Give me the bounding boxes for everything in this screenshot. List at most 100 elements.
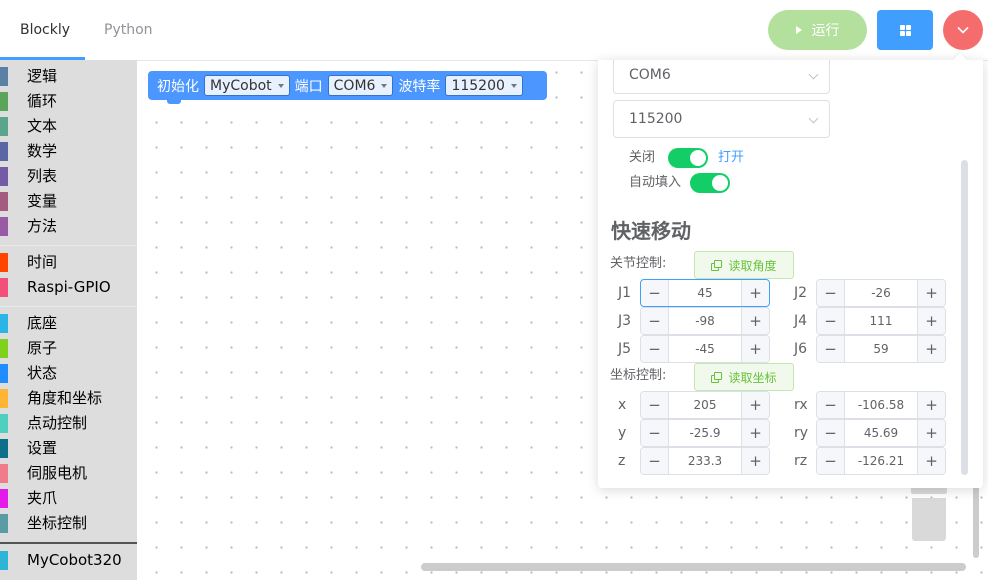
category-color-swatch bbox=[0, 364, 8, 383]
block-connector bbox=[167, 99, 181, 104]
stepper-input[interactable]: 111 bbox=[845, 308, 917, 334]
category-color-swatch bbox=[0, 92, 8, 111]
tab-python[interactable]: Python bbox=[104, 20, 153, 40]
copy-icon bbox=[711, 372, 723, 383]
toolbox-category[interactable]: Raspi-GPIO bbox=[0, 275, 137, 300]
stepper-input[interactable]: -45 bbox=[669, 336, 741, 362]
toolbox-category[interactable]: 角度和坐标 bbox=[0, 386, 137, 411]
increment-button[interactable]: + bbox=[917, 308, 945, 334]
stepper-input[interactable]: 205 bbox=[669, 392, 741, 418]
value-stepper[interactable]: − -45 + bbox=[640, 335, 770, 363]
value-stepper[interactable]: −59 + bbox=[816, 335, 946, 363]
grid-icon bbox=[899, 24, 911, 36]
value-stepper[interactable]: −45 + bbox=[640, 279, 770, 307]
increment-button[interactable]: + bbox=[741, 280, 769, 306]
axis-label: y bbox=[618, 425, 627, 441]
decrement-button[interactable]: − bbox=[641, 448, 669, 474]
decrement-button[interactable]: − bbox=[641, 280, 669, 306]
tab-blockly[interactable]: Blockly bbox=[20, 20, 70, 40]
increment-button[interactable]: + bbox=[917, 280, 945, 306]
decrement-button[interactable]: − bbox=[641, 308, 669, 334]
toolbox-category[interactable]: 变量 bbox=[0, 189, 137, 214]
toolbox-category[interactable]: 逻辑 bbox=[0, 64, 137, 89]
toolbox-separator bbox=[0, 245, 137, 246]
stepper-input[interactable]: 233.3 bbox=[669, 448, 741, 474]
category-label: 点动控制 bbox=[27, 414, 88, 432]
stepper-input[interactable]: -98 bbox=[669, 308, 741, 334]
robot-value: MyCobot bbox=[210, 77, 272, 94]
toolbox-category[interactable]: 点动控制 bbox=[0, 411, 137, 436]
port-select[interactable]: COM6 bbox=[613, 60, 830, 94]
decrement-button[interactable]: − bbox=[817, 280, 845, 306]
panel-scrollbar[interactable] bbox=[961, 160, 968, 475]
toolbox-category[interactable]: MyCobot320 bbox=[0, 548, 137, 573]
category-label: 数学 bbox=[27, 142, 58, 160]
baud-select[interactable]: 115200 bbox=[613, 100, 830, 138]
value-stepper[interactable]: − -25.9 + bbox=[640, 419, 770, 447]
value-stepper[interactable]: −233.3 + bbox=[640, 447, 770, 475]
grid-menu-button[interactable] bbox=[877, 10, 933, 50]
toolbox-category[interactable]: 数学 bbox=[0, 139, 137, 164]
value-stepper[interactable]: −45.69 + bbox=[816, 419, 946, 447]
value-stepper[interactable]: − -126.21 + bbox=[816, 447, 946, 475]
toolbox-category[interactable]: 设置 bbox=[0, 436, 137, 461]
read-angles-button[interactable]: 读取角度 bbox=[694, 251, 794, 279]
stepper-input[interactable]: 59 bbox=[845, 336, 917, 362]
value-stepper[interactable]: − -26 + bbox=[816, 279, 946, 307]
increment-button[interactable]: + bbox=[917, 420, 945, 446]
trash-icon[interactable] bbox=[911, 482, 947, 541]
value-stepper[interactable]: − -98 + bbox=[640, 307, 770, 335]
toolbox-category[interactable]: 坐标控制 bbox=[0, 511, 137, 536]
workspace-horizontal-scrollbar[interactable] bbox=[421, 563, 966, 571]
toolbox-category[interactable]: 状态 bbox=[0, 361, 137, 386]
increment-button[interactable]: + bbox=[741, 336, 769, 362]
port-dropdown[interactable]: COM6 bbox=[327, 75, 394, 96]
toolbox-category[interactable]: 方法 bbox=[0, 214, 137, 239]
increment-button[interactable]: + bbox=[741, 448, 769, 474]
axis-label: J1 bbox=[618, 285, 632, 301]
decrement-button[interactable]: − bbox=[817, 336, 845, 362]
toolbox-category[interactable]: 底座 bbox=[0, 311, 137, 336]
axis-label: J5 bbox=[618, 341, 632, 357]
dropdown-toggle-button[interactable] bbox=[943, 10, 983, 50]
toolbox-category[interactable]: 时间 bbox=[0, 250, 137, 275]
decrement-button[interactable]: − bbox=[641, 420, 669, 446]
decrement-button[interactable]: − bbox=[817, 420, 845, 446]
init-mycobot-block[interactable]: 初始化 MyCobot 端口 COM6 波特率 115200 bbox=[148, 71, 547, 104]
value-stepper[interactable]: −205 + bbox=[640, 391, 770, 419]
stepper-input[interactable]: 45 bbox=[669, 280, 741, 306]
increment-button[interactable]: + bbox=[917, 392, 945, 418]
value-stepper[interactable]: − -106.58 + bbox=[816, 391, 946, 419]
toolbox-category[interactable]: 夹爪 bbox=[0, 486, 137, 511]
decrement-button[interactable]: − bbox=[817, 308, 845, 334]
run-button[interactable]: 运行 bbox=[768, 10, 867, 50]
autofill-switch[interactable] bbox=[690, 173, 730, 193]
chevron-down-icon bbox=[957, 26, 969, 34]
read-coords-button[interactable]: 读取坐标 bbox=[694, 363, 794, 391]
toolbox-category[interactable]: 原子 bbox=[0, 336, 137, 361]
coord-control-label: 坐标控制: bbox=[610, 368, 667, 383]
robot-dropdown[interactable]: MyCobot bbox=[204, 75, 290, 96]
decrement-button[interactable]: − bbox=[641, 392, 669, 418]
toolbox-category[interactable]: 伺服电机 bbox=[0, 461, 137, 486]
toolbox-category[interactable]: 循环 bbox=[0, 89, 137, 114]
increment-button[interactable]: + bbox=[741, 420, 769, 446]
toolbox-category[interactable]: 文本 bbox=[0, 114, 137, 139]
value-stepper[interactable]: −111 + bbox=[816, 307, 946, 335]
decrement-button[interactable]: − bbox=[817, 392, 845, 418]
chevron-down-icon bbox=[808, 69, 819, 80]
toolbox-category[interactable]: 列表 bbox=[0, 164, 137, 189]
stepper-input[interactable]: -106.58 bbox=[845, 392, 917, 418]
increment-button[interactable]: + bbox=[917, 336, 945, 362]
stepper-input[interactable]: 45.69 bbox=[845, 420, 917, 446]
stepper-input[interactable]: -26 bbox=[845, 280, 917, 306]
increment-button[interactable]: + bbox=[741, 392, 769, 418]
stepper-input[interactable]: -126.21 bbox=[845, 448, 917, 474]
stepper-input[interactable]: -25.9 bbox=[669, 420, 741, 446]
decrement-button[interactable]: − bbox=[641, 336, 669, 362]
increment-button[interactable]: + bbox=[741, 308, 769, 334]
connect-switch[interactable] bbox=[668, 148, 708, 168]
increment-button[interactable]: + bbox=[917, 448, 945, 474]
baud-dropdown[interactable]: 115200 bbox=[445, 75, 523, 96]
decrement-button[interactable]: − bbox=[817, 448, 845, 474]
